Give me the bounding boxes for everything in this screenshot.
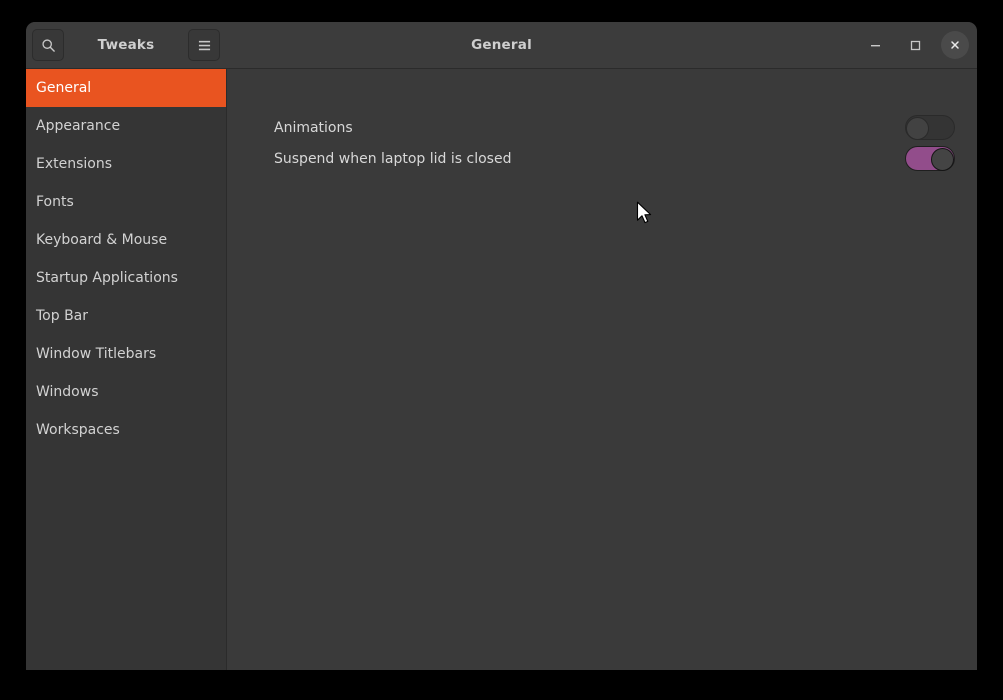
maximize-icon	[910, 40, 920, 50]
hamburger-menu-icon	[197, 39, 212, 52]
setting-label-suspend-lid-closed: Suspend when laptop lid is closed	[274, 150, 512, 167]
animations-toggle[interactable]	[905, 115, 955, 140]
primary-menu-button[interactable]	[188, 29, 220, 61]
sidebar-item-label: Keyboard & Mouse	[36, 232, 168, 248]
sidebar-item-workspaces[interactable]: Workspaces	[26, 411, 226, 449]
sidebar-item-window-titlebars[interactable]: Window Titlebars	[26, 335, 226, 373]
sidebar-item-label: Workspaces	[36, 422, 120, 438]
sidebar-item-label: Startup Applications	[36, 270, 178, 286]
tweaks-application-window: General Tweaks General Appearance Extens…	[26, 22, 977, 670]
close-button[interactable]	[941, 31, 969, 59]
sidebar-item-label: Top Bar	[36, 308, 89, 324]
sidebar-item-windows[interactable]: Windows	[26, 373, 226, 411]
setting-label-animations: Animations	[274, 119, 353, 136]
sidebar-item-general[interactable]: General	[26, 69, 226, 107]
sidebar-item-extensions[interactable]: Extensions	[26, 145, 226, 183]
sidebar-item-top-bar[interactable]: Top Bar	[26, 297, 226, 335]
sidebar-item-appearance[interactable]: Appearance	[26, 107, 226, 145]
navigation-sidebar: General Appearance Extensions Fonts Keyb…	[26, 69, 227, 670]
sidebar-item-startup-applications[interactable]: Startup Applications	[26, 259, 226, 297]
window-headerbar: General Tweaks	[26, 22, 977, 69]
toggle-knob	[931, 148, 954, 171]
desktop-background: General Tweaks General Appearance Extens…	[0, 0, 1003, 700]
setting-row-animations: Animations	[227, 112, 977, 143]
maximize-button[interactable]	[901, 31, 929, 59]
sidebar-item-fonts[interactable]: Fonts	[26, 183, 226, 221]
sidebar-item-label: General	[36, 80, 92, 96]
setting-row-suspend-lid-closed: Suspend when laptop lid is closed	[227, 143, 977, 174]
close-icon	[951, 41, 959, 49]
suspend-lid-closed-toggle[interactable]	[905, 146, 955, 171]
headerbar-left-section: Tweaks	[26, 22, 226, 68]
sidebar-item-label: Window Titlebars	[36, 346, 157, 362]
minimize-icon	[870, 44, 880, 46]
sidebar-item-keyboard-and-mouse[interactable]: Keyboard & Mouse	[26, 221, 226, 259]
sidebar-item-label: Appearance	[36, 118, 121, 134]
minimize-button[interactable]	[861, 31, 889, 59]
settings-content-pane: Animations Suspend when laptop lid is cl…	[227, 69, 977, 670]
toggle-knob	[906, 117, 929, 140]
search-icon	[41, 38, 56, 53]
window-controls	[861, 22, 969, 68]
app-title: Tweaks	[97, 37, 155, 53]
sidebar-item-label: Windows	[36, 384, 99, 400]
sidebar-item-label: Fonts	[36, 194, 74, 210]
sidebar-item-label: Extensions	[36, 156, 113, 172]
search-button[interactable]	[32, 29, 64, 61]
